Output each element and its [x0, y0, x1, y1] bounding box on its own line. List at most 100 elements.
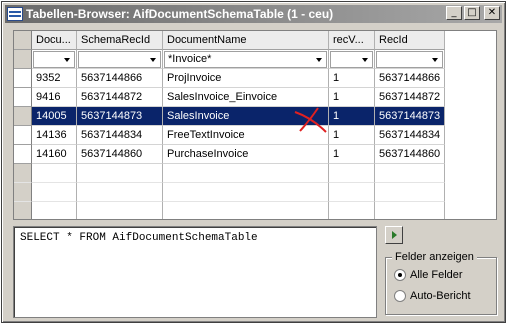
table-cell[interactable]: 5637144860 — [77, 145, 163, 164]
row-selector[interactable] — [14, 107, 32, 126]
table-cell[interactable]: 14160 — [32, 145, 77, 164]
table-cell[interactable]: 5637144860 — [375, 145, 445, 164]
table-cell[interactable]: 5637144834 — [375, 126, 445, 145]
table-cell[interactable]: 5637144866 — [77, 69, 163, 88]
row-selector[interactable] — [14, 31, 32, 50]
table-cell[interactable]: SalesInvoice_Einvoice — [163, 88, 329, 107]
table-cell[interactable]: 5637144872 — [77, 88, 163, 107]
execute-query-button[interactable] — [385, 226, 403, 244]
close-button[interactable]: ✕ — [484, 6, 500, 20]
empty-cell[interactable] — [77, 202, 163, 219]
empty-cell[interactable] — [163, 202, 329, 219]
empty-cell[interactable] — [329, 164, 375, 183]
empty-cell[interactable] — [77, 164, 163, 183]
chevron-down-icon[interactable] — [362, 58, 368, 62]
table-cell[interactable]: 5637144873 — [375, 107, 445, 126]
radio-all-fields-control[interactable] — [394, 269, 406, 281]
table-browser-window: Tabellen-Browser: AifDocumentSchemaTable… — [1, 1, 506, 323]
filter-cell — [32, 50, 77, 69]
column-header[interactable]: DocumentName — [163, 31, 329, 50]
row-selector[interactable] — [14, 126, 32, 145]
row-selector[interactable] — [14, 202, 32, 219]
filter-row[interactable]: *Invoice* — [14, 50, 445, 69]
radio-all-fields-label: Alle Felder — [410, 269, 463, 281]
maximize-button[interactable]: □ — [464, 6, 480, 20]
table-cell[interactable]: FreeTextInvoice — [163, 126, 329, 145]
window-title: Tabellen-Browser: AifDocumentSchemaTable… — [26, 7, 334, 21]
column-header-row[interactable]: Docu... SchemaRecId DocumentName recV... Rec… — [14, 31, 445, 50]
empty-cell[interactable] — [32, 164, 77, 183]
chevron-down-icon[interactable] — [316, 58, 322, 62]
title-bar[interactable]: Tabellen-Browser: AifDocumentSchemaTable… — [5, 5, 502, 23]
row-selector[interactable] — [14, 50, 32, 69]
filter-cell — [375, 50, 445, 69]
empty-cell[interactable] — [375, 202, 445, 219]
table-cell[interactable]: 9416 — [32, 88, 77, 107]
empty-cell[interactable] — [163, 183, 329, 202]
row-selector[interactable] — [14, 69, 32, 88]
filter-cell: *Invoice* — [163, 50, 329, 69]
empty-cell[interactable] — [329, 183, 375, 202]
table-cell[interactable]: PurchaseInvoice — [163, 145, 329, 164]
window-controls: _ □ ✕ — [446, 6, 500, 20]
play-icon — [392, 231, 397, 239]
empty-cell[interactable] — [77, 183, 163, 202]
chevron-down-icon[interactable] — [432, 58, 438, 62]
table-row[interactable]: 9416 5637144872 SalesInvoice_Einvoice 1 5637… — [14, 88, 445, 107]
radio-auto-report-control[interactable] — [394, 290, 406, 302]
column-header[interactable]: recV... — [329, 31, 375, 50]
radio-all-fields[interactable]: Alle Felder — [394, 269, 463, 281]
field-display-group: Felder anzeigen Alle Felder Auto-Bericht — [385, 251, 497, 315]
filter-cell — [329, 50, 375, 69]
field-display-legend: Felder anzeigen — [392, 251, 477, 263]
table-row[interactable]: 14136 5637144834 FreeTextInvoice 1 563714483… — [14, 126, 445, 145]
table-cell[interactable]: 5637144834 — [77, 126, 163, 145]
table-cell[interactable]: 9352 — [32, 69, 77, 88]
filter-combobox[interactable] — [376, 51, 443, 68]
table-cell[interactable]: 1 — [329, 126, 375, 145]
table-cell[interactable]: 5637144866 — [375, 69, 445, 88]
column-header[interactable]: Docu... — [32, 31, 77, 50]
filter-cell — [77, 50, 163, 69]
empty-cell[interactable] — [32, 202, 77, 219]
column-header[interactable]: RecId — [375, 31, 445, 50]
table-cell[interactable]: 1 — [329, 145, 375, 164]
empty-row[interactable] — [14, 164, 445, 183]
row-selector[interactable] — [14, 145, 32, 164]
row-selector[interactable] — [14, 88, 32, 107]
table-row[interactable]: 14160 5637144860 PurchaseInvoice 1 563714486… — [14, 145, 445, 164]
table-row-selected[interactable]: 14005 5637144873 SalesInvoice 1 5637144873 — [14, 107, 445, 126]
empty-cell[interactable] — [375, 183, 445, 202]
table-cell[interactable]: 1 — [329, 107, 375, 126]
column-header[interactable]: SchemaRecId — [77, 31, 163, 50]
table-cell[interactable]: 5637144872 — [375, 88, 445, 107]
table-cell[interactable]: 1 — [329, 88, 375, 107]
empty-row[interactable] — [14, 183, 445, 202]
filter-value: *Invoice* — [168, 53, 212, 65]
empty-row[interactable] — [14, 202, 445, 219]
table-cell[interactable]: 5637144873 — [77, 107, 163, 126]
table-cell[interactable]: 14005 — [32, 107, 77, 126]
table-cell[interactable]: SalesInvoice — [163, 107, 329, 126]
filter-combobox[interactable] — [78, 51, 161, 68]
row-selector[interactable] — [14, 183, 32, 202]
minimize-button[interactable]: _ — [446, 6, 462, 20]
filter-combobox[interactable]: *Invoice* — [164, 51, 327, 68]
empty-cell[interactable] — [375, 164, 445, 183]
chevron-down-icon[interactable] — [150, 58, 156, 62]
table-cell[interactable]: 14136 — [32, 126, 77, 145]
table-grid[interactable]: Docu... SchemaRecId DocumentName recV... Rec… — [13, 30, 497, 220]
table-cell[interactable]: ProjInvoice — [163, 69, 329, 88]
sql-query-box[interactable]: SELECT * FROM AifDocumentSchemaTable — [13, 226, 377, 318]
radio-auto-report-label: Auto-Bericht — [410, 290, 471, 302]
table-cell[interactable]: 1 — [329, 69, 375, 88]
table-row[interactable]: 9352 5637144866 ProjInvoice 1 5637144866 — [14, 69, 445, 88]
filter-combobox[interactable] — [33, 51, 75, 68]
radio-auto-report[interactable]: Auto-Bericht — [394, 290, 471, 302]
row-selector[interactable] — [14, 164, 32, 183]
empty-cell[interactable] — [163, 164, 329, 183]
filter-combobox[interactable] — [330, 51, 373, 68]
empty-cell[interactable] — [32, 183, 77, 202]
chevron-down-icon[interactable] — [64, 58, 70, 62]
empty-cell[interactable] — [329, 202, 375, 219]
